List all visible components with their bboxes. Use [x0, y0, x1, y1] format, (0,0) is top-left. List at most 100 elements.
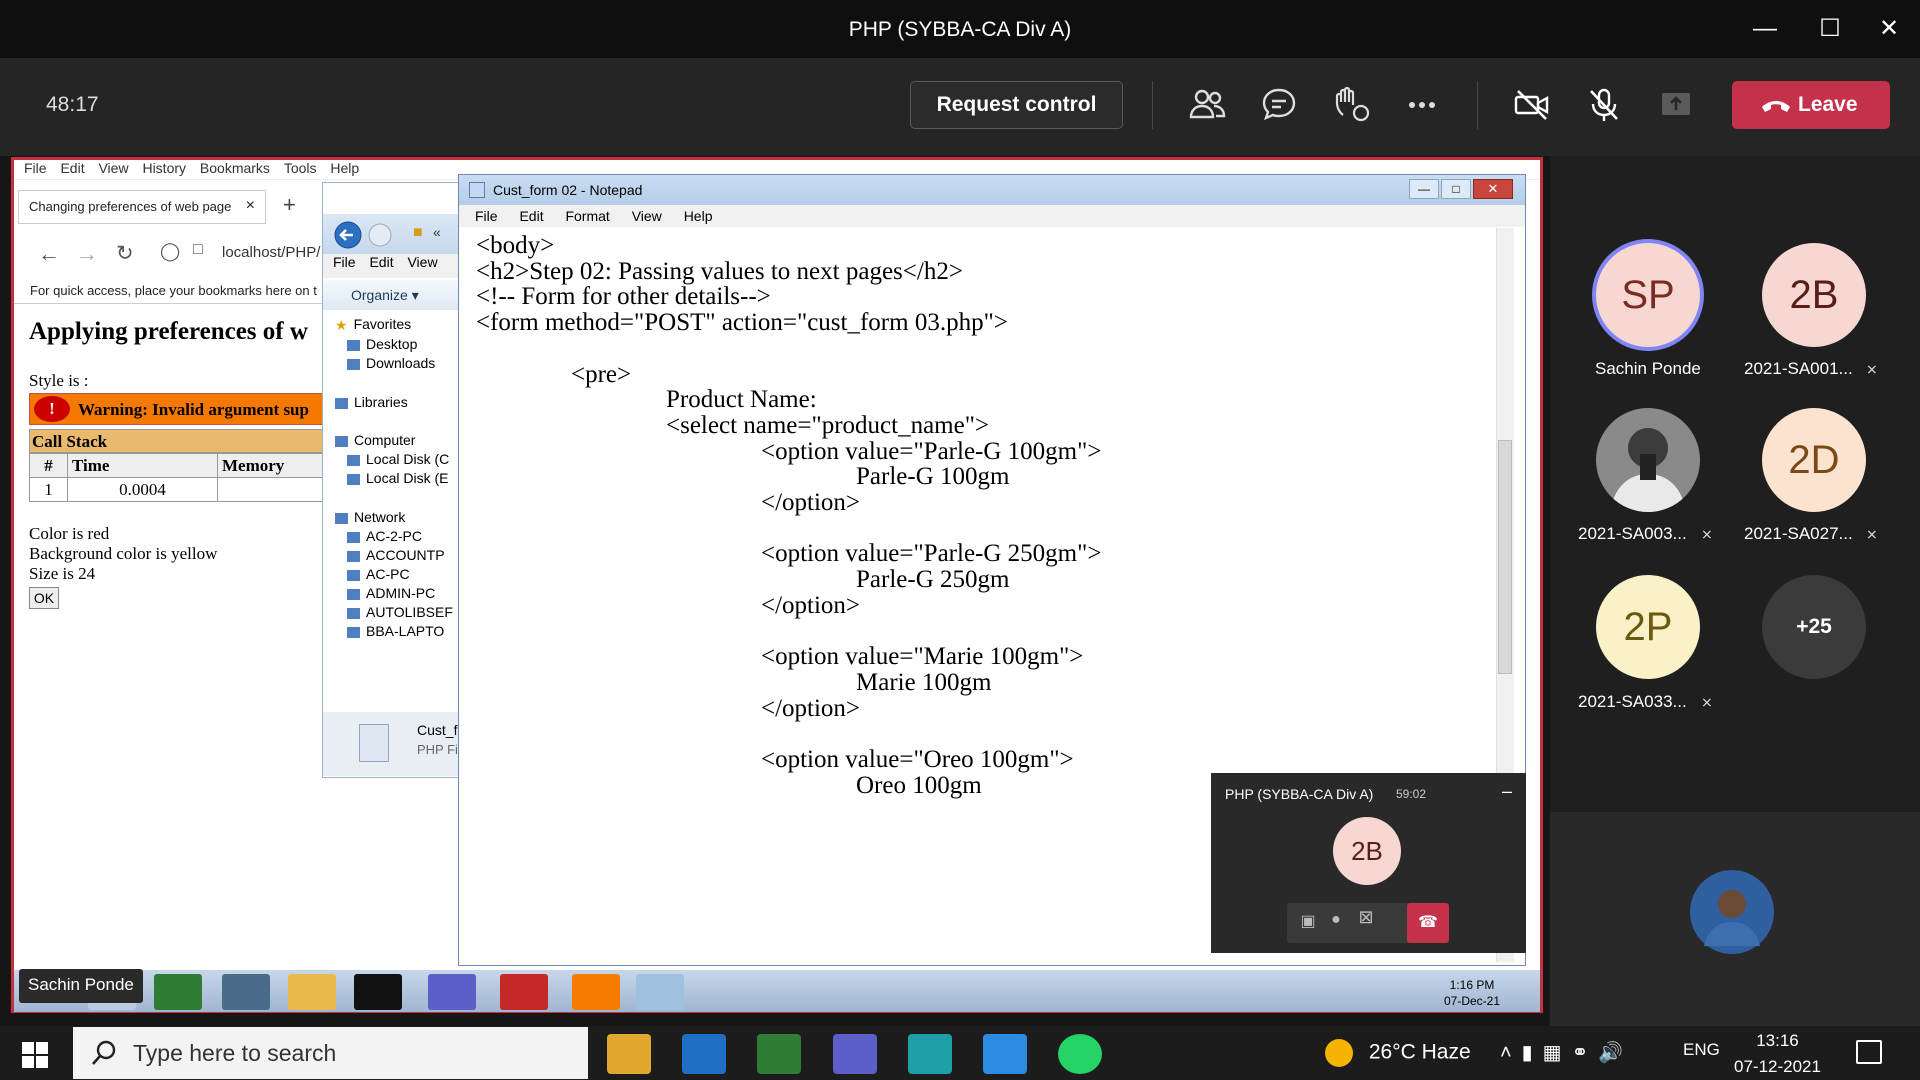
new-tab-icon[interactable]: +	[283, 192, 296, 218]
mic-off-icon[interactable]	[1584, 85, 1624, 125]
taskbar-search[interactable]: Type here to search	[73, 1027, 588, 1079]
language-indicator[interactable]: ENG	[1683, 1040, 1720, 1060]
nav-item[interactable]: Desktop	[347, 336, 417, 352]
chrome-icon[interactable]	[757, 1034, 801, 1074]
nav-item[interactable]: AC-PC	[347, 566, 410, 582]
nav-item[interactable]: Local Disk (C	[347, 451, 449, 467]
camera-off-icon[interactable]: ▣	[1293, 911, 1323, 935]
back-icon[interactable]	[333, 220, 363, 250]
close-icon[interactable]: ✕	[1872, 12, 1906, 46]
participants-icon[interactable]	[1188, 85, 1228, 125]
mini-call-window[interactable]: PHP (SYBBA-CA Div A) 59:02 – 2B ▣ ● ⊠ ☎	[1211, 773, 1526, 953]
menu-help[interactable]: Help	[330, 160, 359, 176]
nav-item[interactable]: Downloads	[347, 355, 435, 371]
terminal-icon[interactable]	[354, 974, 402, 1010]
avatar[interactable]	[1596, 408, 1700, 512]
code-line: </option>	[761, 694, 861, 722]
folder-icon[interactable]	[288, 974, 336, 1010]
shield-icon[interactable]: ◯	[160, 241, 180, 262]
forward-icon[interactable]	[367, 222, 393, 248]
teams-icon[interactable]	[833, 1034, 877, 1074]
scrollbar-thumb[interactable]	[1498, 440, 1512, 674]
nav-item[interactable]: ★ Favorites	[335, 316, 411, 334]
taskbar-clock[interactable]: 13:16 07-12-2021	[1734, 1028, 1821, 1080]
menu-format[interactable]: Format	[565, 208, 609, 224]
mini-minimize-icon[interactable]: –	[1502, 781, 1512, 802]
teams-icon[interactable]	[428, 974, 476, 1010]
menu-edit[interactable]: Edit	[369, 254, 393, 270]
raise-hand-icon[interactable]	[1331, 85, 1371, 125]
nav-item[interactable]: ADMIN-PC	[347, 585, 435, 601]
chat-icon[interactable]	[1259, 85, 1299, 125]
camera-off-icon[interactable]	[1512, 85, 1552, 125]
url-text[interactable]: localhost/PHP/	[222, 244, 320, 261]
menu-bookmarks[interactable]: Bookmarks	[200, 160, 270, 176]
menu-view[interactable]: View	[98, 160, 128, 176]
pdf-icon[interactable]	[500, 974, 548, 1010]
menu-help[interactable]: Help	[684, 208, 713, 224]
nav-item[interactable]: BBA-LAPTO	[347, 623, 444, 639]
ok-button[interactable]: OK	[29, 587, 59, 609]
nav-item-label: Libraries	[354, 394, 408, 410]
more-options-icon[interactable]	[1402, 85, 1442, 125]
windows-start-icon[interactable]	[22, 1042, 48, 1068]
menu-file[interactable]: File	[24, 160, 47, 176]
hang-up-icon[interactable]: ☎	[1407, 903, 1449, 943]
more-participants[interactable]: +25	[1762, 575, 1866, 679]
edge-icon[interactable]	[908, 1034, 952, 1074]
avatar[interactable]: 2D	[1762, 408, 1866, 512]
chrome-icon[interactable]	[154, 974, 202, 1010]
mic-icon[interactable]: ●	[1321, 911, 1351, 935]
menu-history[interactable]: History	[142, 160, 186, 176]
file-explorer-icon[interactable]	[607, 1034, 651, 1074]
sql-icon[interactable]	[222, 974, 270, 1010]
whatsapp-icon[interactable]	[1058, 1034, 1102, 1074]
menu-file[interactable]: File	[475, 208, 498, 224]
minimize-icon[interactable]: —	[1748, 12, 1782, 46]
share-tray-icon[interactable]	[1656, 85, 1696, 125]
weather-widget[interactable]: 26°C Haze	[1325, 1039, 1471, 1067]
notepad-minimize-icon[interactable]: —	[1409, 179, 1439, 199]
tab-close-icon[interactable]: ×	[246, 197, 255, 215]
avatar[interactable]: 2B	[1762, 243, 1866, 347]
menu-edit[interactable]: Edit	[519, 208, 543, 224]
system-tray-icons[interactable]: ˄▮▦⚭🔊	[1500, 1040, 1633, 1065]
firefox-icon[interactable]	[572, 974, 620, 1010]
menu-edit[interactable]: Edit	[60, 160, 84, 176]
reload-icon[interactable]: ↻	[116, 241, 134, 266]
nav-item[interactable]: Computer	[335, 432, 415, 448]
nav-item[interactable]: ACCOUNTP	[347, 547, 445, 563]
menu-file[interactable]: File	[333, 254, 356, 270]
participant-name: 2021-SA027...	[1744, 524, 1853, 543]
nav-item[interactable]: AUTOLIBSEF	[347, 604, 453, 620]
back-icon[interactable]: ←	[38, 241, 60, 267]
notepad-close-icon[interactable]: ✕	[1473, 179, 1513, 199]
notepad-title: Cust_form 02 - Notepad	[493, 182, 643, 198]
code-line: <option value="Parle-G 250gm">	[761, 540, 1102, 568]
mail-icon[interactable]	[682, 1034, 726, 1074]
share-screen-icon[interactable]: ⊠	[1351, 907, 1381, 931]
notifications-icon[interactable]	[1856, 1040, 1882, 1064]
code-line: <h2>Step 02: Passing values to next page…	[476, 257, 963, 285]
avatar[interactable]: SP	[1596, 243, 1700, 347]
col-memory: Memory	[217, 453, 329, 478]
code-line: Parle-G 250gm	[856, 566, 1010, 594]
browser-address-bar[interactable]: ← → ↻ ◯ □ localhost/PHP/	[18, 237, 338, 269]
forward-icon[interactable]: →	[76, 241, 98, 267]
notepad-icon[interactable]	[636, 974, 684, 1010]
nav-item[interactable]: Libraries	[335, 394, 408, 410]
menu-tools[interactable]: Tools	[284, 160, 317, 176]
nav-item[interactable]: AC-2-PC	[347, 528, 422, 544]
nav-item[interactable]: Network	[335, 509, 405, 525]
avatar[interactable]: 2P	[1596, 575, 1700, 679]
photos-icon[interactable]	[983, 1034, 1027, 1074]
organize-button[interactable]: Organize ▾	[323, 280, 470, 310]
request-control-button[interactable]: Request control	[910, 81, 1123, 129]
nav-item[interactable]: Local Disk (E	[347, 470, 448, 486]
menu-view[interactable]: View	[407, 254, 437, 270]
browser-tab[interactable]: Changing preferences of web page ×	[18, 190, 266, 224]
menu-view[interactable]: View	[632, 208, 662, 224]
leave-button[interactable]: Leave	[1732, 81, 1890, 129]
notepad-maximize-icon[interactable]: □	[1441, 179, 1471, 199]
maximize-icon[interactable]: ☐	[1813, 12, 1847, 46]
